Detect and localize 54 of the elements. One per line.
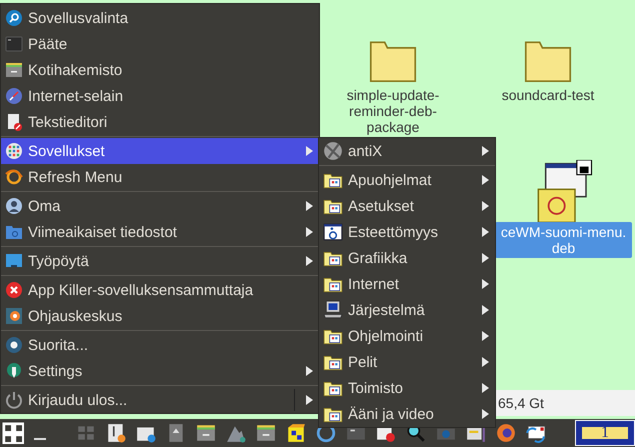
grid-icon <box>5 142 23 160</box>
cube-icon <box>286 423 306 443</box>
browser-icon <box>496 423 516 443</box>
menu-item[interactable]: antiX <box>319 138 495 164</box>
refresh-icon <box>5 168 23 186</box>
power-icon <box>5 391 23 409</box>
mail-icon <box>526 423 546 443</box>
close-icon <box>5 281 23 299</box>
monitor-icon <box>5 252 23 270</box>
menu-item[interactable]: Tekstieditori <box>1 109 319 135</box>
menu-item[interactable]: Kotihakemisto <box>1 57 319 83</box>
menu-item[interactable]: Ääni ja video <box>319 401 495 427</box>
menu-item[interactable]: Internet <box>319 271 495 297</box>
menu-item[interactable]: Sovellusvalinta <box>1 5 319 31</box>
menu-item[interactable]: Settings <box>1 358 319 384</box>
download-icon <box>106 423 126 443</box>
menu-item[interactable]: Viimeaikaiset tiedostot <box>1 219 319 245</box>
x-logo-icon <box>323 141 343 161</box>
menu-item[interactable]: Refresh Menu <box>1 164 319 190</box>
menu-item[interactable]: Kirjaudu ulos... <box>1 387 319 413</box>
menu-item[interactable]: Esteettömyys <box>319 219 495 245</box>
menu-item[interactable]: App Killer-sovelluksensammuttaja <box>1 277 319 303</box>
disk-space-text: 65,4 Gt <box>497 395 544 411</box>
drawer-icon <box>256 423 276 443</box>
terminal-icon <box>5 35 23 53</box>
drawer-icon <box>196 423 216 443</box>
folder-icon <box>5 223 23 241</box>
document-icon <box>5 113 23 131</box>
file-label: ceWM-suomi-menu. deb <box>495 222 632 258</box>
menu-item[interactable]: Toimisto <box>319 375 495 401</box>
grid-icon <box>2 422 24 444</box>
computer-icon <box>323 300 343 320</box>
menu-item[interactable]: Sovellukset <box>1 138 319 164</box>
menu-item[interactable]: Pääte <box>1 31 319 57</box>
user-icon <box>5 197 23 215</box>
compass-icon <box>5 87 23 105</box>
menu-item[interactable]: Työpöytä <box>1 248 319 274</box>
menu-item[interactable]: Internet-selain <box>1 83 319 109</box>
file-label: simple-update-reminder-deb-package <box>346 87 440 135</box>
menu-item[interactable]: Suorita... <box>1 332 319 358</box>
minimize-icon <box>34 438 46 440</box>
menu-item[interactable]: Pelit <box>319 349 495 375</box>
menu-item[interactable]: Järjestelmä <box>319 297 495 323</box>
search-icon <box>5 9 23 27</box>
menu-item[interactable]: Oma <box>1 193 319 219</box>
wheelchair-icon <box>323 222 343 242</box>
menu-item[interactable]: Apuohjelmat <box>319 167 495 193</box>
menu-item[interactable]: Grafiikka <box>319 245 495 271</box>
workspace-button[interactable]: 1 <box>575 420 635 446</box>
menu-item[interactable]: Ohjauskeskus <box>1 303 319 329</box>
drawer-icon <box>5 61 23 79</box>
file-label: soundcard-test <box>500 87 596 103</box>
menu-item[interactable]: Asetukset <box>319 193 495 219</box>
menu-item[interactable]: Ohjelmointi <box>319 323 495 349</box>
